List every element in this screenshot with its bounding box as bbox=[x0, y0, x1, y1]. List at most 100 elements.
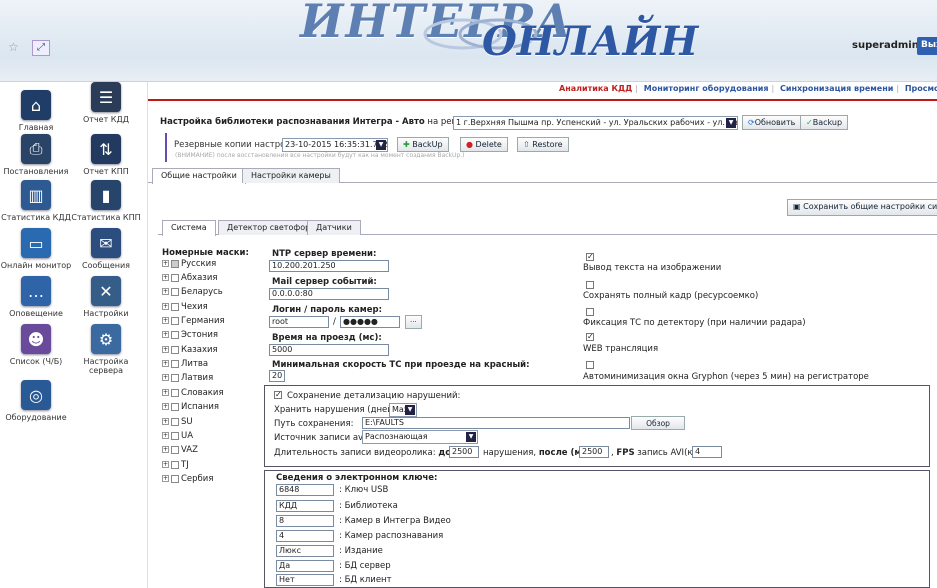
mask-item[interactable]: + Латвия bbox=[162, 373, 213, 383]
logout-button[interactable]: Вых bbox=[917, 37, 937, 55]
sidebar-item-bw-list[interactable]: ☻ Список (Ч/Б) bbox=[0, 324, 72, 366]
login-edit-button[interactable]: ... bbox=[405, 315, 422, 329]
fullscreen-icon[interactable]: ⤢ bbox=[32, 40, 50, 56]
full-frame-checkbox[interactable] bbox=[586, 281, 594, 289]
mask-checkbox[interactable] bbox=[171, 417, 179, 426]
backup-select[interactable]: 23-10-2015 16:35:31.752 bbox=[282, 138, 388, 152]
favorite-icon[interactable]: ☆ bbox=[8, 40, 26, 56]
restore-backup-button[interactable]: ⇧ Restore bbox=[517, 137, 569, 152]
fps-input[interactable]: 4 bbox=[692, 446, 722, 458]
mask-item[interactable]: + Казахия bbox=[162, 345, 218, 355]
expand-icon[interactable]: + bbox=[162, 303, 169, 310]
after-ms-input[interactable]: 2500 bbox=[579, 446, 609, 458]
save-detail-checkbox[interactable]: ✓ bbox=[274, 391, 282, 399]
mask-item[interactable]: + Испания bbox=[162, 402, 219, 412]
min-speed-input[interactable]: 20 bbox=[269, 370, 285, 382]
expand-icon[interactable]: + bbox=[162, 461, 169, 468]
tab-system[interactable]: Система bbox=[162, 220, 216, 236]
mask-checkbox[interactable] bbox=[171, 388, 179, 397]
mask-checkbox[interactable] bbox=[171, 445, 179, 454]
mask-item[interactable]: + Словакия bbox=[162, 388, 224, 398]
expand-icon[interactable]: + bbox=[162, 374, 169, 381]
mask-checkbox[interactable] bbox=[171, 259, 179, 268]
nav-time-sync[interactable]: Синхронизация времени bbox=[780, 84, 893, 93]
tab-sensors[interactable]: Датчики bbox=[307, 220, 361, 235]
expand-icon[interactable]: + bbox=[162, 446, 169, 453]
registrar-select[interactable]: 1 г.Верхняя Пышма пр. Успенский - ул. Ур… bbox=[453, 116, 738, 130]
sidebar-item-kpp-stats[interactable]: ▮ Статистика КПП bbox=[70, 180, 142, 222]
detector-fix-checkbox[interactable] bbox=[586, 308, 594, 316]
mask-checkbox[interactable] bbox=[171, 345, 179, 354]
mail-input[interactable]: 0.0.0.0:80 bbox=[269, 288, 389, 300]
sidebar-item-messages[interactable]: ✉ Сообщения bbox=[70, 228, 142, 270]
login-input[interactable]: root bbox=[269, 316, 329, 328]
sidebar-item-kdd-stats[interactable]: ▥ Статистика КДД bbox=[0, 180, 72, 222]
sidebar-item-kdd-report[interactable]: ☰ Отчет КДД bbox=[70, 82, 142, 124]
mask-item[interactable]: + UA bbox=[162, 431, 193, 441]
mask-item[interactable]: + Чехия bbox=[162, 302, 208, 312]
mask-item[interactable]: + SU bbox=[162, 417, 193, 427]
nav-kdd-analytics[interactable]: Аналитика КДД bbox=[559, 84, 632, 93]
mask-checkbox[interactable] bbox=[171, 273, 179, 282]
sidebar-item-alerts[interactable]: … Оповещение bbox=[0, 276, 72, 318]
pass-time-input[interactable]: 5000 bbox=[269, 344, 389, 356]
expand-icon[interactable]: + bbox=[162, 346, 169, 353]
avi-source-select[interactable]: Распознающая bbox=[362, 430, 478, 444]
nav-equipment-monitoring[interactable]: Мониторинг оборудования bbox=[644, 84, 769, 93]
expand-icon[interactable]: + bbox=[162, 475, 169, 482]
mask-item[interactable]: + VAZ bbox=[162, 445, 198, 455]
mask-checkbox[interactable] bbox=[171, 316, 179, 325]
nav-view-logs[interactable]: Просмотр логов bbox=[905, 84, 937, 93]
sidebar-item-settings[interactable]: ✕ Настройки bbox=[70, 276, 142, 318]
refresh-button[interactable]: ⟳Обновить bbox=[742, 115, 802, 130]
expand-icon[interactable]: + bbox=[162, 389, 169, 396]
mask-item[interactable]: + Литва bbox=[162, 359, 208, 369]
text-overlay-checkbox[interactable]: ✓ bbox=[586, 253, 594, 261]
ntp-input[interactable]: 10.200.201.250 bbox=[269, 260, 389, 272]
keep-days-select[interactable]: Max bbox=[389, 403, 417, 417]
mask-checkbox[interactable] bbox=[171, 474, 179, 483]
mask-item[interactable]: + Русския bbox=[162, 259, 216, 269]
password-input[interactable]: ●●●●● bbox=[340, 316, 400, 328]
web-stream-checkbox[interactable]: ✓ bbox=[586, 333, 594, 341]
mask-checkbox[interactable] bbox=[171, 287, 179, 296]
delete-backup-button[interactable]: ● Delete bbox=[460, 137, 508, 152]
auto-minimize-checkbox[interactable] bbox=[586, 361, 594, 369]
expand-icon[interactable]: + bbox=[162, 317, 169, 324]
expand-icon[interactable]: + bbox=[162, 403, 169, 410]
expand-icon[interactable]: + bbox=[162, 331, 169, 338]
expand-icon[interactable]: + bbox=[162, 288, 169, 295]
sidebar-item-equipment[interactable]: ◎ Оборудование bbox=[0, 380, 72, 422]
tab-camera-settings[interactable]: Настройки камеры bbox=[242, 168, 340, 183]
expand-icon[interactable]: + bbox=[162, 418, 169, 425]
sidebar-item-home[interactable]: ⌂ Главная bbox=[0, 90, 72, 132]
mask-checkbox[interactable] bbox=[171, 402, 179, 411]
mask-item[interactable]: + Беларусь bbox=[162, 287, 223, 297]
expand-icon[interactable]: + bbox=[162, 260, 169, 267]
mask-checkbox[interactable] bbox=[171, 431, 179, 440]
sidebar-item-online-monitor[interactable]: ▭ Онлайн монитор bbox=[0, 228, 72, 270]
expand-icon[interactable]: + bbox=[162, 432, 169, 439]
tab-general-settings[interactable]: Общие настройки bbox=[152, 168, 246, 184]
mask-checkbox[interactable] bbox=[171, 330, 179, 339]
expand-icon[interactable]: + bbox=[162, 360, 169, 367]
mask-item[interactable]: + Абхазия bbox=[162, 273, 217, 283]
sidebar-item-server-settings[interactable]: ⚙ Настройка сервера bbox=[70, 324, 142, 375]
mask-checkbox[interactable] bbox=[171, 359, 179, 368]
browse-button[interactable]: Обзор bbox=[631, 416, 685, 430]
backup-now-button[interactable]: ✚ BackUp bbox=[397, 137, 449, 152]
mask-item[interactable]: + TJ bbox=[162, 460, 189, 470]
mask-item[interactable]: + Сербия bbox=[162, 474, 213, 484]
mask-checkbox[interactable] bbox=[171, 373, 179, 382]
expand-icon[interactable]: + bbox=[162, 274, 169, 281]
mask-checkbox[interactable] bbox=[171, 302, 179, 311]
save-system-settings-button[interactable]: ▣ Сохранить общие настройки система bbox=[787, 199, 937, 216]
before-ms-input[interactable]: 2500 bbox=[449, 446, 479, 458]
sidebar-item-resolutions[interactable]: ⎙ Постановления bbox=[0, 134, 72, 176]
sidebar-item-kpp-report[interactable]: ⇅ Отчет КПП bbox=[70, 134, 142, 176]
mask-item[interactable]: + Германия bbox=[162, 316, 225, 326]
mask-item[interactable]: + Эстония bbox=[162, 330, 218, 340]
save-path-input[interactable]: E:\FAULTS bbox=[362, 417, 630, 429]
mask-checkbox[interactable] bbox=[171, 460, 179, 469]
library-backup-button[interactable]: ✓Backup bbox=[800, 115, 849, 130]
